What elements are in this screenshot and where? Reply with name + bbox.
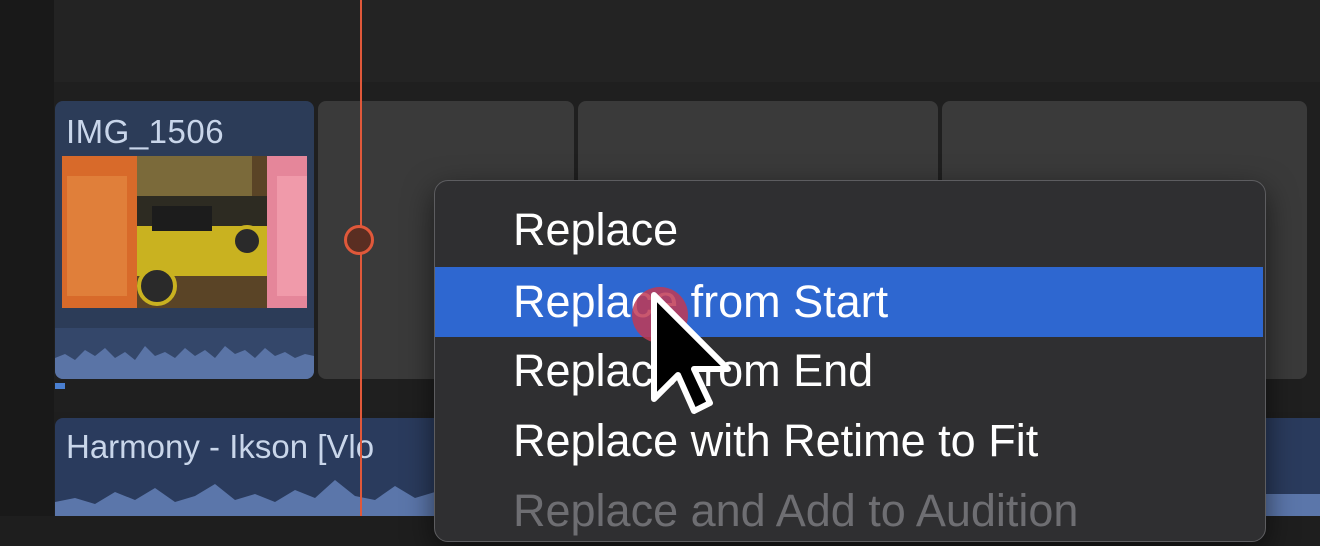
menu-item-replace[interactable]: Replace xyxy=(435,195,1263,265)
timeline-top-area xyxy=(54,0,1320,82)
range-selection-marker xyxy=(55,383,65,389)
audio-clip-name: Harmony - Ikson [Vlo xyxy=(66,428,375,465)
menu-item-replace-with-retime-to-fit[interactable]: Replace with Retime to Fit xyxy=(435,406,1263,476)
timeline-left-gutter xyxy=(0,0,54,516)
playhead-icon[interactable] xyxy=(344,225,374,255)
video-clip-audio-waveform xyxy=(55,328,314,379)
video-clip[interactable]: IMG_1506 xyxy=(55,101,314,379)
playhead[interactable] xyxy=(360,0,362,516)
replace-context-menu: Replace Replace from Start Replace from … xyxy=(434,180,1266,542)
menu-item-replace-from-end[interactable]: Replace from End xyxy=(435,336,1263,406)
video-clip-thumbnail xyxy=(62,156,307,308)
menu-item-replace-from-start[interactable]: Replace from Start xyxy=(435,267,1263,337)
video-clip-name: IMG_1506 xyxy=(66,113,225,150)
arrow-cursor-icon xyxy=(632,287,731,414)
menu-item-replace-and-add-to-audition[interactable]: Replace and Add to Audition xyxy=(435,476,1263,546)
